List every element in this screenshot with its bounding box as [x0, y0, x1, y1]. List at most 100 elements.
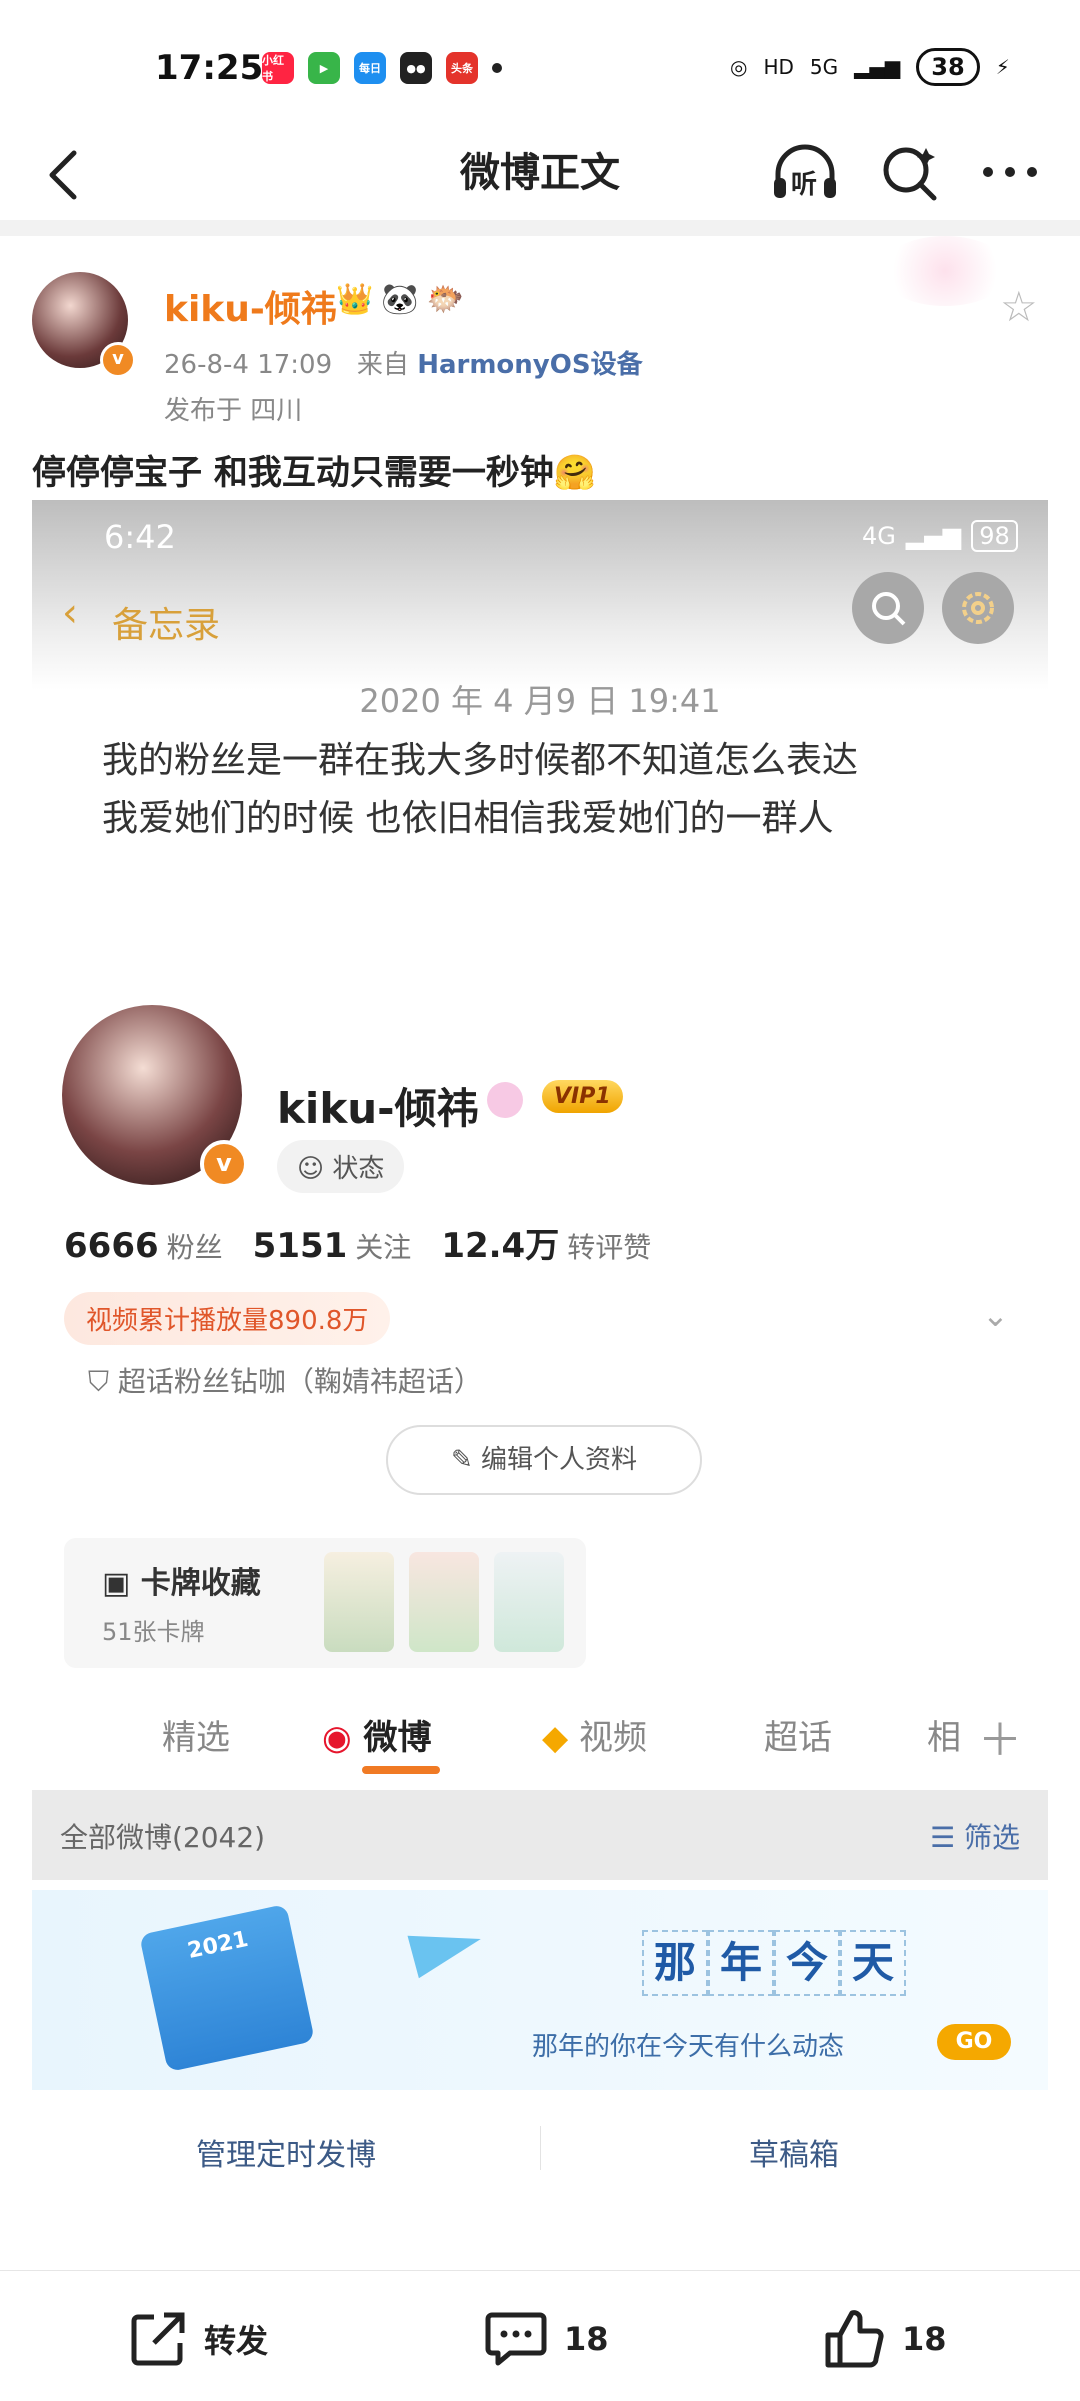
hd-icon: HD — [763, 55, 794, 79]
edit-profile-label: 编辑个人资料 — [481, 1445, 638, 1475]
battery-indicator: 38 — [916, 48, 980, 86]
chevron-down-icon: ⌄ — [982, 1296, 1009, 1334]
cards-count: 51张卡牌 — [102, 1618, 205, 1646]
profile-stats: 6666 粉丝 5151 关注 12.4万 转评赞 — [64, 1218, 651, 1267]
pufferfish-icon: 🐡 — [426, 282, 465, 317]
repost-label: 转发 — [204, 2322, 269, 2360]
like-count: 18 — [902, 2320, 947, 2358]
share-icon — [131, 2312, 185, 2366]
embedded-time: 6:42 — [104, 518, 176, 556]
edit-profile-button: ✎ 编辑个人资料 — [386, 1425, 702, 1495]
embedded-signal-icon: ▂▄▆ — [905, 522, 962, 550]
tab-video: ◆ 视频 — [542, 1710, 647, 1759]
post-location: 发布于 四川 — [164, 390, 302, 427]
embedded-battery: 98 — [971, 520, 1018, 552]
tab-featured: 精选 — [162, 1718, 230, 1758]
shield-icon: ⛉ — [88, 1365, 118, 1398]
tab-weibo: ◉ 微博 — [322, 1710, 432, 1759]
comment-count: 18 — [564, 2320, 609, 2358]
filter-label: 筛选 — [963, 1821, 1020, 1854]
manage-scheduled: 管理定时发博 — [196, 2138, 376, 2173]
comment-button[interactable]: 18 — [484, 2309, 609, 2369]
author-name[interactable]: kiku-倾祎 — [164, 280, 337, 332]
banner-subtitle: 那年的你在今天有什么动态 — [532, 2032, 845, 2062]
tab-chaohua: 超话 — [764, 1718, 832, 1758]
panda-icon: 🐼 — [381, 282, 419, 317]
state-label: 状态 — [332, 1154, 385, 1184]
profile-badge-icon — [487, 1082, 523, 1118]
card-thumbnail — [409, 1552, 479, 1652]
following-stat: 5151 关注 — [253, 1226, 412, 1266]
weibo-logo-icon: ◉ — [322, 1718, 364, 1758]
video-app-icon: ▶ — [308, 52, 340, 84]
search-icon[interactable] — [880, 142, 940, 202]
video-icon: ◆ — [542, 1718, 579, 1758]
author-badges: 👑 🐼 🐡 — [336, 282, 464, 317]
memo-body: 我的粉丝是一群在我大多时候都不知道怎么表达 我爱她们的时候 也依旧相信我爱她们的… — [102, 732, 1002, 848]
post-source: HarmonyOS设备 — [417, 350, 643, 380]
state-icon: ☺ — [297, 1154, 333, 1184]
favorite-star-icon[interactable]: ☆ — [1000, 282, 1038, 331]
more-icon[interactable] — [980, 162, 1040, 182]
banner-char: 天 — [840, 1930, 906, 1996]
followers-stat: 6666 粉丝 — [64, 1226, 223, 1266]
listen-button[interactable]: 听 — [770, 140, 840, 204]
crown-icon: 👑 — [336, 282, 374, 317]
following-count: 5151 — [252, 1226, 348, 1266]
notification-icons: 小红书 ▶ 每日 ●● 头条 — [262, 52, 502, 84]
paper-plane-icon — [407, 1917, 487, 1979]
drafts: 草稿箱 — [749, 2138, 839, 2173]
tab-more: 相 — [927, 1718, 961, 1758]
memo-line: 我的粉丝是一群在我大多时候都不知道怎么表达 — [102, 740, 859, 781]
all-weibo-count: 全部微博(2042) — [60, 1821, 266, 1854]
bottom-action-bar: 转发 18 18 — [0, 2270, 1080, 2401]
banner-title: 那 年 今 天 — [642, 1930, 906, 1996]
listen-label: 听 — [791, 170, 818, 200]
news-app-icon: 每日 — [354, 52, 386, 84]
banner-char: 那 — [642, 1930, 708, 1996]
embedded-status: 4G ▂▄▆ 98 — [862, 520, 1018, 552]
banner-char: 年 — [708, 1930, 774, 1996]
vip-badge: VIP1 — [542, 1080, 623, 1113]
banner-char: 今 — [774, 1930, 840, 1996]
location-value: 四川 — [250, 396, 303, 426]
embedded-back-icon: ‹ — [62, 590, 78, 636]
card-icon: ▣ — [102, 1566, 141, 1601]
profile-verified-icon: v — [200, 1140, 248, 1188]
status-time: 17:25 — [155, 48, 264, 88]
calendar-icon: 2021 — [139, 1903, 315, 2073]
post-meta: 26-8-4 17:09 来自 HarmonyOS设备 — [164, 344, 643, 381]
wechat-icon: ●● — [400, 52, 432, 84]
cards-title-label: 卡牌收藏 — [140, 1566, 261, 1601]
status-right: ◎ HD 5G ▂▄▆ 38 ⚡ — [730, 48, 1010, 86]
reposts-count: 12.4万 — [441, 1226, 560, 1266]
manage-row: 管理定时发博 草稿箱 — [32, 2100, 1048, 2200]
embedded-search-icon — [852, 572, 924, 644]
profile-state: ☺ 状态 — [277, 1140, 405, 1193]
memo-date: 2020 年 4 月9 日 19:41 — [359, 682, 721, 720]
all-weibo-bar: 全部微博(2042) ☰ 筛选 — [32, 1790, 1048, 1880]
network-label: 5G — [809, 55, 839, 79]
like-button[interactable]: 18 — [822, 2309, 947, 2369]
repost-button[interactable]: 转发 — [128, 2309, 268, 2369]
bunny-decoration-icon — [880, 236, 1010, 306]
verified-badge-icon: v — [100, 342, 136, 378]
video-plays-badge: 视频累计播放量890.8万 — [64, 1292, 391, 1345]
embedded-memo-title: 备忘录 — [112, 605, 221, 646]
tab-weibo-label: 微博 — [363, 1718, 432, 1758]
chaohua-info: ⛉ 超话粉丝钻咖（鞠婧祎超话） — [88, 1360, 482, 1400]
post-text: 停停停宝子 和我互动只需要一秒钟🤗 — [32, 453, 597, 493]
card-collection: ▣ 卡牌收藏 51张卡牌 — [64, 1538, 586, 1668]
followers-label: 粉丝 — [166, 1231, 223, 1264]
chaohua-text: 超话粉丝钻咖（鞠婧祎超话） — [117, 1365, 482, 1398]
post-image[interactable]: 6:42 4G ▂▄▆ 98 ‹ 备忘录 2020 年 4 月9 日 19:41… — [32, 500, 1048, 2200]
more-notifications-dot — [492, 63, 502, 73]
profile-name: kiku-倾祎 — [277, 1084, 479, 1133]
calendar-year: 2021 — [185, 1926, 251, 1965]
status-bar: 17:25 小红书 ▶ 每日 ●● 头条 ◎ HD 5G ▂▄▆ 38 ⚡ — [0, 0, 1080, 130]
toutiao-icon: 头条 — [446, 52, 478, 84]
add-tab-icon: ＋ — [978, 1715, 1022, 1766]
followers-count: 6666 — [64, 1226, 159, 1266]
signal-icon: ▂▄▆ — [854, 55, 901, 79]
tab-video-label: 视频 — [578, 1718, 647, 1758]
